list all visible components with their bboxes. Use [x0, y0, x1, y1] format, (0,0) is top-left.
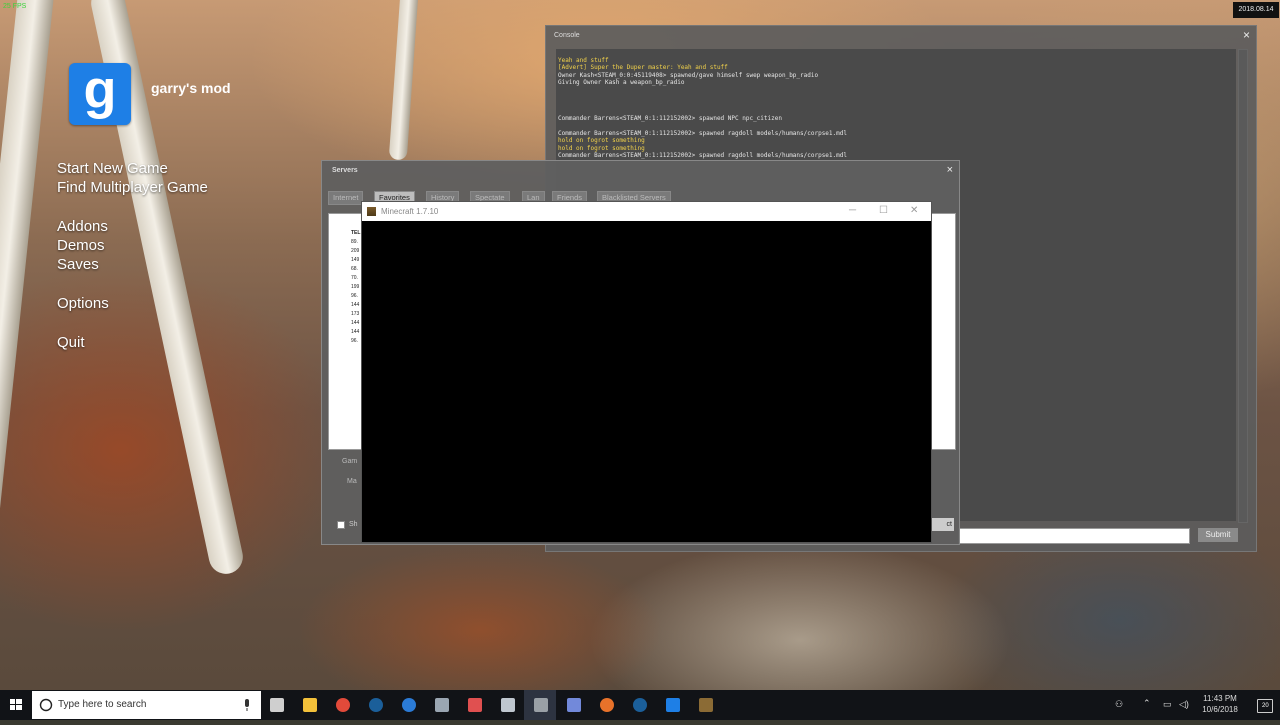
servers-title: Servers [332, 167, 358, 174]
minecraft-window[interactable]: Minecraft 1.7.10 ─ ☐ ✕ [361, 201, 932, 543]
chrome-icon[interactable] [336, 698, 350, 712]
steam-icon[interactable] [369, 698, 383, 712]
server-row[interactable]: 68. [351, 266, 358, 272]
addons-button[interactable]: Addons [57, 218, 108, 235]
gmod-logo-icon: g [69, 63, 131, 125]
paint-icon[interactable] [468, 698, 482, 712]
clock-time: 11:43 PM [1203, 694, 1237, 703]
console-log-line: Commander Barrens<STEAM_0:1:112152002> s… [558, 151, 847, 159]
photos-icon[interactable] [501, 698, 515, 712]
server-row[interactable]: 173 [351, 311, 359, 317]
file-explorer-icon[interactable] [303, 698, 317, 712]
server-row[interactable]: 70. [351, 275, 358, 281]
console-input[interactable] [958, 528, 1190, 544]
gmod-title: garry's mod [151, 80, 231, 96]
minecraft-title: Minecraft 1.7.10 [381, 207, 439, 216]
gmod-logo: g garry's mod [57, 59, 249, 127]
gmod-hl-icon[interactable] [534, 698, 548, 712]
console-log-line: hold on fogrot something [558, 137, 645, 145]
options-button[interactable]: Options [57, 295, 109, 312]
saves-button[interactable]: Saves [57, 256, 99, 273]
console-log-line [556, 123, 1236, 130]
servers-close-icon[interactable]: × [947, 164, 953, 176]
server-row[interactable]: 96. [351, 338, 358, 344]
filter-checkbox[interactable] [337, 521, 345, 529]
system-tray[interactable]: ⚇ ⌃ ▭ ◁) [1115, 690, 1195, 720]
gmod-icon[interactable] [666, 698, 680, 712]
search-placeholder: Type here to search [58, 699, 147, 710]
chevron-up-icon[interactable]: ⌃ [1143, 698, 1151, 709]
minecraft-icon [367, 207, 376, 216]
console-log-line: Commander Barrens<STEAM_0:1:112152002> s… [558, 115, 782, 123]
console-log-line [556, 108, 1236, 115]
console-log-line: Commander Barrens<STEAM_0:1:112152002> s… [558, 129, 847, 137]
people-icon[interactable]: ⚇ [1115, 699, 1123, 710]
start-button[interactable] [0, 690, 32, 720]
search-circle-icon [39, 698, 53, 712]
console-log-line: Owner Kash<STEAM_0:0:45119408> spawned/g… [558, 71, 819, 79]
find-multiplayer-game-button[interactable]: Find Multiplayer Game [57, 179, 208, 196]
server-row[interactable]: 149 [351, 257, 359, 263]
taskbar-search-box[interactable]: Type here to search [32, 691, 261, 719]
game-filter-label: Gam [342, 458, 358, 465]
server-row[interactable]: 199 [351, 284, 359, 290]
microphone-icon[interactable] [242, 699, 252, 712]
minecraft-icon[interactable] [699, 698, 713, 712]
console-scrollbar[interactable] [1238, 49, 1248, 523]
action-center-icon[interactable]: 20 [1257, 699, 1273, 713]
server-row[interactable]: 144 [351, 329, 359, 335]
task-view-icon[interactable] [270, 698, 284, 712]
quit-button[interactable]: Quit [57, 334, 85, 351]
server-row[interactable]: 96. [351, 293, 358, 299]
volume-icon[interactable]: ◁) [1179, 699, 1189, 710]
console-submit-button[interactable]: Submit [1198, 528, 1238, 542]
minecraft-titlebar[interactable]: Minecraft 1.7.10 ─ ☐ ✕ [362, 202, 931, 221]
console-log-line: Giving Owner Kash a weapon_bp_radio [558, 78, 685, 86]
steam2-icon[interactable] [633, 698, 647, 712]
server-row[interactable]: TEL [351, 230, 360, 236]
console-close-icon[interactable]: × [1243, 28, 1250, 42]
console-title: Console [554, 32, 580, 39]
maximize-icon[interactable]: ☐ [879, 205, 888, 216]
demos-button[interactable]: Demos [57, 237, 105, 254]
map-filter-label: Ma [347, 478, 357, 485]
discord-icon[interactable] [567, 698, 581, 712]
server-row[interactable]: 144 [351, 320, 359, 326]
start-new-game-button[interactable]: Start New Game [57, 160, 168, 177]
close-icon[interactable]: ✕ [910, 205, 918, 216]
server-row[interactable]: 89. [351, 239, 358, 245]
windows-logo-icon [10, 699, 22, 710]
browser-icon[interactable] [402, 698, 416, 712]
console-log-line: hold on fogrot something [558, 144, 645, 152]
filter-checkbox-label: Sh [349, 521, 358, 528]
clock-date: 10/6/2018 [1202, 705, 1238, 714]
fps-counter: 25 FPS [3, 3, 27, 10]
taskbar-clock[interactable]: 11:43 PM 10/6/2018 [1196, 693, 1244, 715]
date-stamp: 2018.08.14 [1233, 2, 1279, 18]
server-row[interactable]: 209 [351, 248, 359, 254]
console-log-line [556, 101, 1236, 108]
console-log-line: Yeah and stuff [558, 57, 609, 64]
console-log-line [556, 93, 1236, 100]
console-log-line [556, 86, 1236, 93]
network-icon[interactable]: ▭ [1163, 699, 1172, 710]
server-row[interactable]: 144 [351, 302, 359, 308]
firefox-icon[interactable] [600, 698, 614, 712]
tab-internet[interactable]: Internet [328, 191, 364, 205]
taskbar: Type here to search ⚇ ⌃ ▭ ◁) 11:43 PM 10… [0, 690, 1280, 720]
console-log-line: [Advert] Super the Duper master: Yeah an… [558, 64, 728, 72]
notification-count: 20 [1262, 703, 1269, 709]
minimize-icon[interactable]: ─ [849, 205, 856, 216]
app-icon[interactable] [435, 698, 449, 712]
